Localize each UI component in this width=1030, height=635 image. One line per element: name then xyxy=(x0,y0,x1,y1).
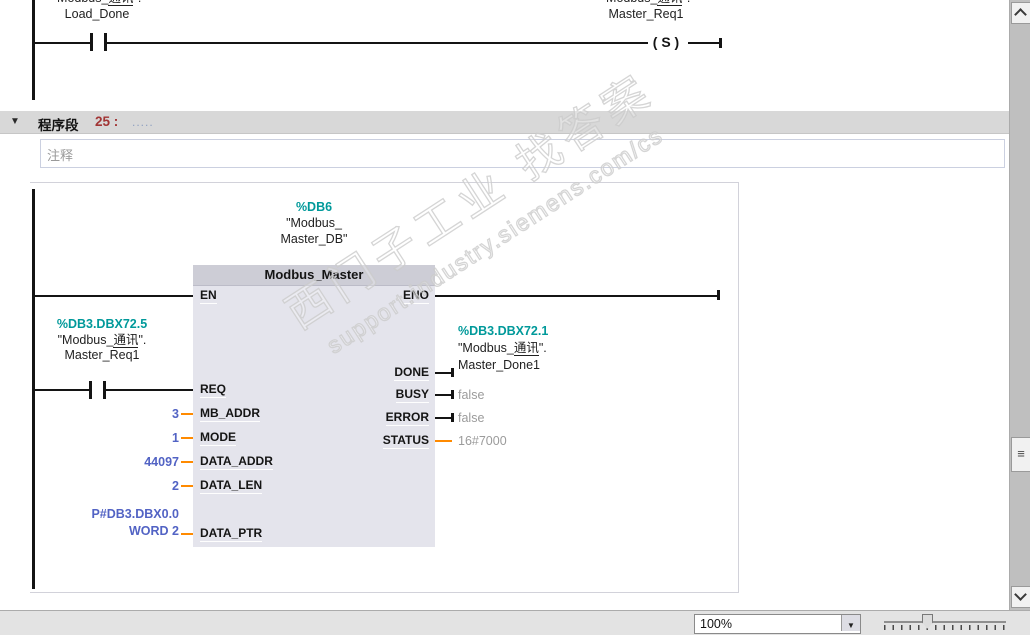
param-stub xyxy=(181,485,193,487)
eno-wire xyxy=(435,295,719,297)
param-stub xyxy=(181,413,193,415)
pin-data-ptr[interactable]: DATA_PTR xyxy=(200,527,263,542)
scroll-down-button[interactable] xyxy=(1011,586,1030,608)
tag-line: "Modbus_通讯". xyxy=(458,341,547,356)
value-mb-addr[interactable]: 3 xyxy=(50,407,179,421)
network-number: 25 : xyxy=(95,114,119,129)
scroll-up-button[interactable] xyxy=(1011,2,1030,24)
value-error[interactable]: false xyxy=(458,411,484,425)
comment-placeholder: 注释 xyxy=(47,148,74,163)
pin-en[interactable]: EN xyxy=(200,289,217,304)
slider-ticks xyxy=(884,625,1006,630)
operand-name: Master_Req1 xyxy=(64,348,140,362)
wire-end-tick xyxy=(719,38,722,48)
pin-eno[interactable]: ENO xyxy=(402,289,429,304)
rung-wire xyxy=(688,42,720,44)
operand-name: Master_Done1 xyxy=(458,358,540,372)
value-data-ptr[interactable]: P#DB3.DBX0.0 WORD 2 xyxy=(34,506,179,539)
error-tick xyxy=(451,413,454,422)
contact-symbol[interactable] xyxy=(89,381,92,399)
pin-data-len[interactable]: DATA_LEN xyxy=(200,479,263,494)
chevron-down-icon: ▼ xyxy=(847,621,855,630)
chevron-down-icon xyxy=(1014,588,1027,601)
value-mode[interactable]: 1 xyxy=(50,431,179,445)
tag-line: "Modbus_通讯". xyxy=(586,0,706,7)
contact-operand-label[interactable]: "Modbus_通讯". Load_Done xyxy=(38,0,156,22)
value-busy[interactable]: false xyxy=(458,388,484,402)
operand-address: %DB3.DBX72.5 xyxy=(56,317,148,331)
grip-icon: ≡ xyxy=(1017,446,1025,461)
data-ptr-line2: WORD 2 xyxy=(129,523,179,538)
tia-portal-ladder-editor: "Modbus_通讯". Load_Done "Modbus_通讯". Mast… xyxy=(0,0,1030,635)
zoom-level-combobox[interactable]: 100% ▼ xyxy=(694,614,861,634)
set-coil[interactable]: ( S ) xyxy=(644,34,688,50)
value-data-addr[interactable]: 44097 xyxy=(50,455,179,469)
block-title: Modbus_Master xyxy=(193,265,435,286)
data-ptr-line1: P#DB3.DBX0.0 xyxy=(91,507,179,521)
status-bar: 100% ▼ xyxy=(0,610,1030,635)
pin-mode[interactable]: MODE xyxy=(200,431,236,446)
network-rung-area: %DB6 "Modbus_ Master_DB" Modbus_Master E… xyxy=(30,182,739,593)
network-title: 程序段 xyxy=(38,118,79,133)
wire-end-tick xyxy=(717,290,720,300)
busy-stub xyxy=(435,394,452,396)
tag-line: "Modbus_通讯". xyxy=(38,0,156,7)
db-name-line1: "Modbus_ xyxy=(286,216,342,230)
param-stub xyxy=(181,437,193,439)
pin-req[interactable]: REQ xyxy=(200,383,227,398)
combobox-dropdown-button[interactable]: ▼ xyxy=(841,615,860,631)
network-comment-box[interactable]: 注释 xyxy=(40,139,1005,168)
req-wire xyxy=(34,389,89,391)
operand-name: Load_Done xyxy=(64,6,130,21)
network-title-placeholder[interactable]: ..... xyxy=(132,115,154,129)
error-stub xyxy=(435,417,452,419)
scrollbar-thumb[interactable]: ≡ xyxy=(1011,437,1030,472)
status-stub xyxy=(435,440,452,442)
pin-busy[interactable]: BUSY xyxy=(395,388,429,403)
instance-db-label[interactable]: %DB6 "Modbus_ Master_DB" xyxy=(193,199,435,247)
req-operand-label[interactable]: %DB3.DBX72.5 "Modbus_通讯". Master_Req1 xyxy=(40,317,164,364)
vertical-scrollbar[interactable]: ≡ xyxy=(1009,0,1030,610)
en-wire xyxy=(34,295,193,297)
db-address: %DB6 xyxy=(295,200,333,214)
operand-address: %DB3.DBX72.1 xyxy=(458,324,549,338)
power-rail xyxy=(32,0,35,100)
rung-wire xyxy=(32,42,90,44)
network-header[interactable]: ▼ 程序段 25 : ..... xyxy=(0,111,1009,134)
rung-wire xyxy=(107,42,648,44)
operand-name: Master_Req1 xyxy=(608,6,684,21)
pin-status[interactable]: STATUS xyxy=(382,434,429,449)
pin-done[interactable]: DONE xyxy=(394,366,429,381)
req-wire xyxy=(106,389,193,391)
value-data-len[interactable]: 2 xyxy=(50,479,179,493)
busy-tick xyxy=(451,390,454,399)
chevron-up-icon xyxy=(1014,8,1027,21)
coil-operand-label[interactable]: "Modbus_通讯". Master_Req1 xyxy=(586,0,706,22)
zoom-level-value: 100% xyxy=(700,617,732,631)
zoom-slider[interactable] xyxy=(880,613,1010,632)
contact-symbol[interactable] xyxy=(90,33,93,51)
db-name-line2: Master_DB" xyxy=(280,232,348,246)
done-tick xyxy=(451,368,454,377)
slider-track[interactable] xyxy=(884,621,1006,623)
value-status[interactable]: 16#7000 xyxy=(458,434,507,448)
pin-error[interactable]: ERROR xyxy=(385,411,429,426)
tag-line: "Modbus_通讯". xyxy=(57,332,147,348)
param-stub xyxy=(181,461,193,463)
done-operand-label[interactable]: %DB3.DBX72.1 "Modbus_通讯". Master_Done1 xyxy=(458,323,618,374)
param-stub xyxy=(181,533,193,535)
collapse-triangle-icon[interactable]: ▼ xyxy=(10,116,20,127)
done-stub xyxy=(435,372,452,374)
pin-mb-addr[interactable]: MB_ADDR xyxy=(200,407,260,422)
pin-data-addr[interactable]: DATA_ADDR xyxy=(200,455,273,470)
